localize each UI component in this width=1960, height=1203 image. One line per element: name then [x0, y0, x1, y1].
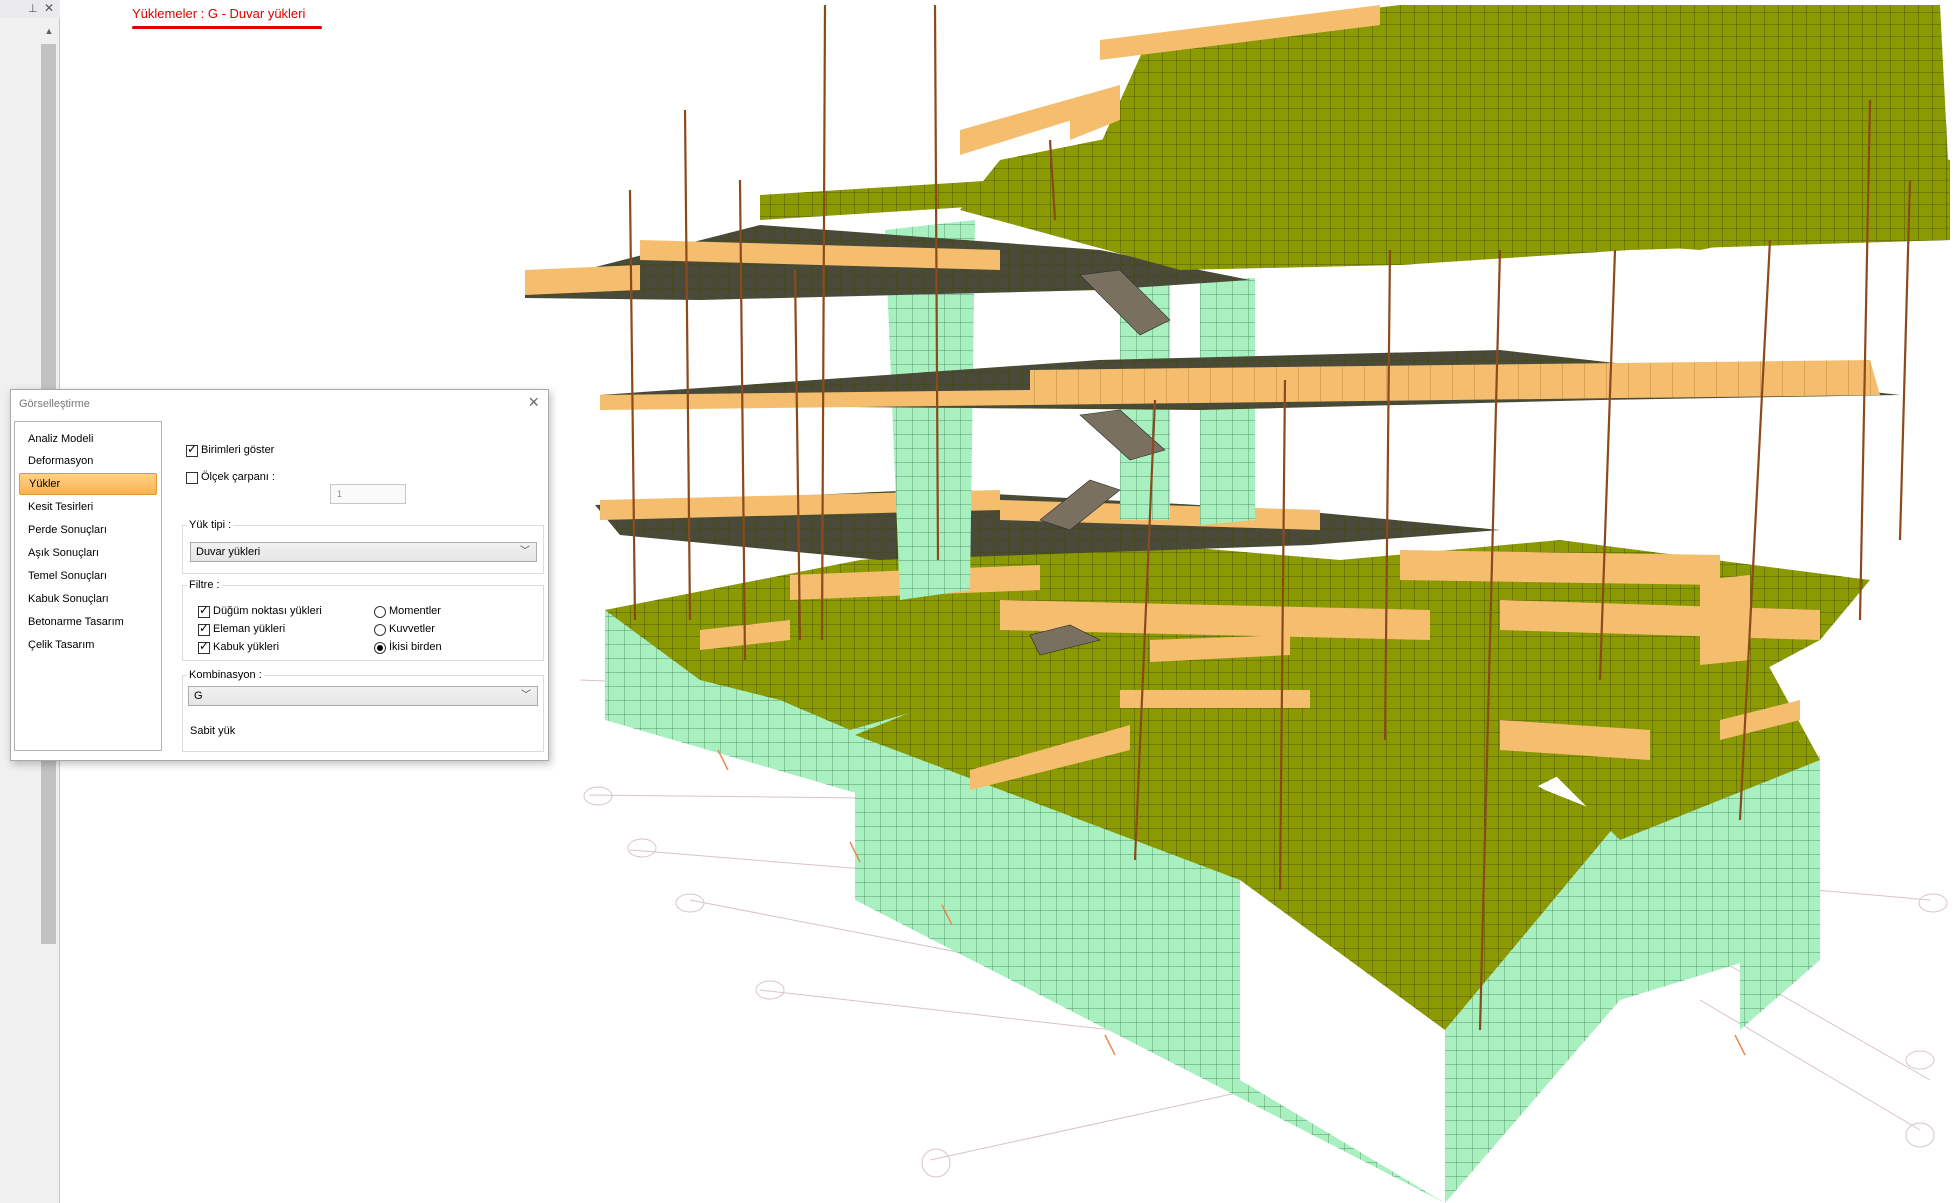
filter-shell-loads-label: Kabuk yükleri [213, 641, 280, 653]
floor-slab-3 [600, 350, 1900, 410]
show-units-label: Birimleri göster [201, 444, 275, 456]
filter-node-loads-label: Düğüm noktası yükleri [213, 605, 322, 617]
chevron-down-icon: ﹀ [520, 546, 530, 557]
visualization-dialog: Görselleştirme × Analiz Modeli Deformasy… [10, 389, 549, 761]
pin-icon[interactable]: ⊥ [28, 2, 38, 15]
floor-slab-2 [595, 490, 1500, 560]
filter-element-loads-label: Eleman yükleri [213, 623, 286, 635]
combination-select[interactable]: G ﹀ [188, 686, 538, 706]
category-nav: Analiz Modeli Deformasyon Yükler Kesit T… [14, 421, 162, 751]
close-icon[interactable]: × [528, 392, 539, 413]
load-type-value: Duvar yükleri [196, 546, 261, 558]
combination-title: Kombinasyon : [187, 669, 264, 681]
nav-item-wall-results[interactable]: Perde Sonuçları [19, 519, 157, 541]
dialog-title: Görselleştirme [19, 398, 90, 410]
radio-both[interactable] [374, 642, 386, 654]
nav-item-loads[interactable]: Yükler [19, 473, 157, 495]
filter-node-loads-checkbox[interactable] [198, 603, 210, 618]
scale-factor-checkbox[interactable] [186, 472, 198, 484]
nav-item-concrete-design[interactable]: Betonarme Tasarım [19, 611, 157, 633]
scale-factor-input[interactable]: 1 [330, 484, 406, 504]
filter-element-loads-checkbox[interactable] [198, 621, 210, 636]
view-caption: Yüklemeler : G - Duvar yükleri [132, 6, 306, 21]
radio-both-label: İkisi birden [389, 641, 442, 653]
nav-item-deformation[interactable]: Deformasyon [19, 450, 157, 472]
filter-title: Filtre : [187, 579, 222, 591]
filter-shell-loads-checkbox[interactable] [198, 639, 210, 654]
nav-item-analysis-model[interactable]: Analiz Modeli [19, 428, 157, 450]
load-type-title: Yük tipi : [187, 519, 234, 531]
chevron-down-icon: ﹀ [521, 690, 531, 701]
nav-item-section-forces[interactable]: Kesit Tesirleri [19, 496, 157, 518]
nav-item-steel-design[interactable]: Çelik Tasarım [19, 634, 157, 656]
combination-description: Sabit yük [190, 725, 236, 737]
radio-moments-label: Momentler [389, 605, 441, 617]
load-type-select[interactable]: Duvar yükleri ﹀ [190, 542, 537, 562]
nav-item-shell-results[interactable]: Kabuk Sonuçları [19, 588, 157, 610]
caption-underline [132, 26, 322, 29]
settings-panel: Birimleri göster Ölçek çarpanı : 1 Yük t… [168, 421, 545, 754]
close-icon[interactable]: ✕ [44, 1, 54, 15]
nav-item-foundation-results[interactable]: Temel Sonuçları [19, 565, 157, 587]
combination-value: G [194, 690, 203, 702]
scroll-up-arrow[interactable]: ▲ [40, 22, 58, 40]
roof-slab [960, 5, 1950, 270]
scale-factor-label: Ölçek çarpanı : [201, 471, 275, 483]
radio-forces[interactable] [374, 624, 386, 636]
nav-item-purlin-results[interactable]: Aşık Sonuçları [19, 542, 157, 564]
radio-forces-label: Kuvvetler [389, 623, 435, 635]
show-units-checkbox[interactable] [186, 442, 198, 457]
radio-moments[interactable] [374, 606, 386, 618]
